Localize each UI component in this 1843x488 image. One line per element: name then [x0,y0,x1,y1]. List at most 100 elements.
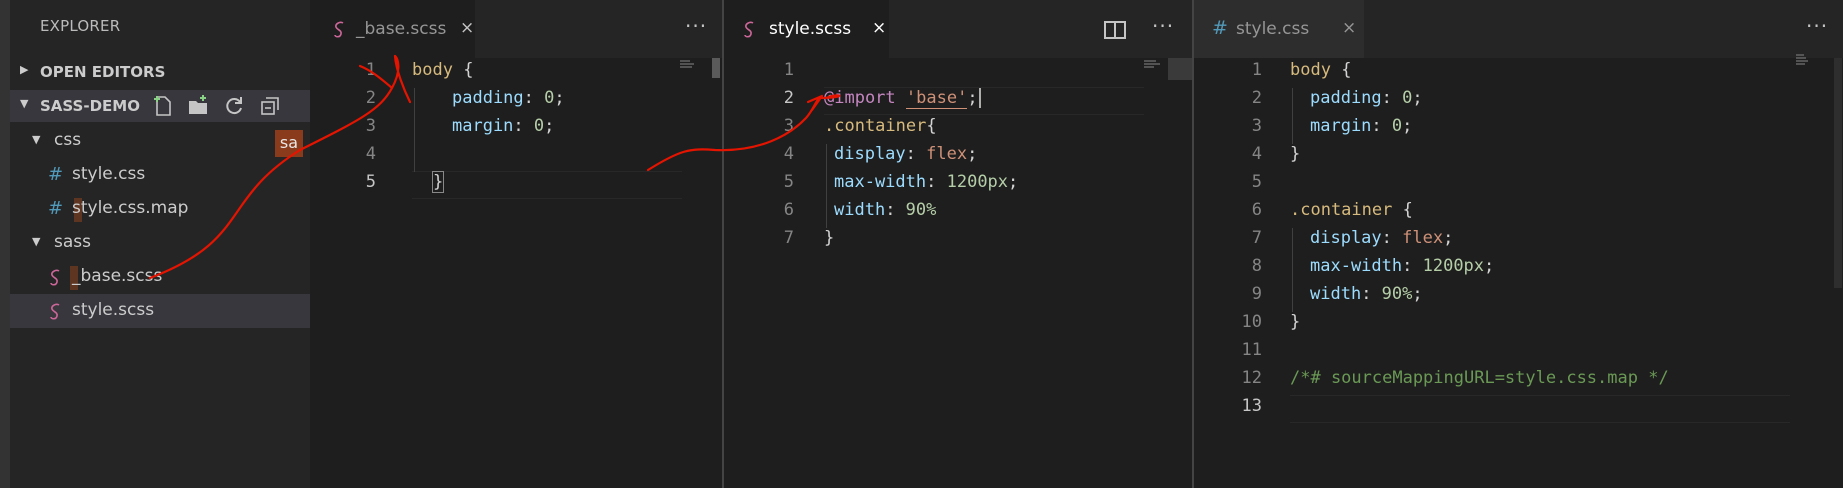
semicolon: ; [1008,172,1019,192]
chevron-down-icon: ▼ [20,97,29,110]
minimap[interactable] [1144,60,1162,74]
open-editors-section[interactable]: ▶ OPEN EDITORS [10,56,310,88]
scrollbar[interactable] [1168,58,1192,80]
refresh-icon[interactable] [222,94,246,118]
folder-label: css [54,130,82,150]
line-number: 13 [1241,396,1262,416]
line-number: 4 [1251,144,1262,164]
line-number: 2 [1251,88,1262,108]
brace: { [1330,60,1352,80]
close-icon[interactable]: × [460,18,474,38]
file-style-css[interactable]: # style.css [10,158,310,192]
explorer-sidebar: EXPLORER ▶ OPEN EDITORS ▼ SASS-DEMO ▼ cs… [0,0,310,488]
line-number: 1 [1251,60,1262,80]
tab-label: style.scss [769,19,852,39]
line-number: 7 [1251,228,1262,248]
selector: body [412,60,453,80]
close-icon[interactable]: × [872,18,886,38]
number: 90% [1381,284,1413,304]
indent-guide [1292,88,1293,144]
colon: : [905,144,927,164]
tab-bar: style.scss × ··· [724,0,1192,58]
colon: : [1381,228,1403,248]
line-number: 5 [783,172,794,192]
file-base-scss[interactable]: _base.scss [10,260,310,294]
folder-css[interactable]: ▼ css [10,124,310,158]
minimap[interactable] [680,60,698,74]
indent-guide [414,88,415,172]
line-number: 6 [783,200,794,220]
number: 0 [1402,88,1413,108]
brace: } [432,171,445,193]
file-label: _base.scss [72,266,163,286]
file-style-css-map[interactable]: # style.css.map [10,192,310,226]
comment: /*# sourceMappingURL=style.css.map */ [1290,368,1669,388]
number: 90% [905,200,937,220]
chevron-down-icon: ▼ [32,235,41,248]
more-actions-icon[interactable]: ··· [1806,14,1828,38]
line-number: 1 [783,60,794,80]
editor-group-style-scss: style.scss × ··· 1 2 3 4 5 6 7 @import '… [724,0,1192,488]
property: width [1310,284,1362,304]
new-file-icon[interactable] [152,94,176,118]
line-number: 2 [365,88,376,108]
line-number: 4 [783,144,794,164]
semicolon: ; [1402,116,1413,136]
collapse-all-icon[interactable] [258,94,282,118]
colon: : [523,88,545,108]
project-section[interactable]: ▼ SASS-DEMO [10,90,310,122]
line-number: 12 [1241,368,1262,388]
semicolon: ; [967,88,978,108]
property: max-width [1310,256,1403,276]
line-number: 8 [1251,256,1262,276]
property: max-width [834,172,927,192]
more-actions-icon[interactable]: ··· [1152,14,1174,38]
more-actions-icon[interactable]: ··· [685,14,707,38]
css-file-icon: # [48,198,64,219]
tab-base-scss[interactable]: _base.scss × [310,0,475,58]
line-number: 3 [1251,116,1262,136]
line-number: 4 [365,144,376,164]
new-folder-icon[interactable] [186,94,210,118]
property: margin [1310,116,1372,136]
close-icon[interactable]: × [1342,18,1356,38]
current-line-highlight [412,171,682,199]
line-number: 3 [783,116,794,136]
file-style-scss[interactable]: style.scss [10,294,310,328]
file-label: style.css [72,164,146,184]
indent-guide [1292,228,1293,312]
tab-label: style.css [1236,19,1310,39]
semicolon: ; [1412,284,1423,304]
sass-file-icon [50,269,60,286]
line-number: 11 [1241,340,1262,360]
semicolon: ; [554,88,565,108]
hover-badge: sa [275,130,303,157]
number: 0 [544,88,555,108]
line-number: 6 [1251,200,1262,220]
sass-file-icon [334,21,344,38]
scrollbar[interactable] [1834,58,1842,288]
line-number: 5 [1251,172,1262,192]
chevron-down-icon: ▼ [32,133,41,146]
value: flex [926,144,968,164]
colon: : [885,200,906,220]
split-editor-icon[interactable] [1104,21,1126,39]
scrollbar[interactable] [712,58,720,78]
tab-bar: _base.scss × ··· [310,0,722,58]
line-number: 9 [1251,284,1262,304]
line-number: 5 [365,172,376,192]
editor-group-style-css: # style.css × ··· 1 2 3 4 5 6 7 8 9 10 1… [1194,0,1843,488]
tab-style-css[interactable]: # style.css × [1194,0,1364,58]
line-number: 1 [365,60,376,80]
tab-style-scss[interactable]: style.scss × [724,0,889,58]
folder-sass[interactable]: ▼ sass [10,226,310,260]
brace: } [824,228,835,248]
file-label: style.scss [72,300,155,320]
project-label: SASS-DEMO [40,97,140,115]
activity-bar-edge [0,0,10,488]
number: 1200px [946,172,1009,192]
minimap[interactable] [1796,54,1814,68]
brace: } [1290,312,1301,332]
file-label: style.css.map [72,198,189,218]
number: 0 [533,116,545,136]
